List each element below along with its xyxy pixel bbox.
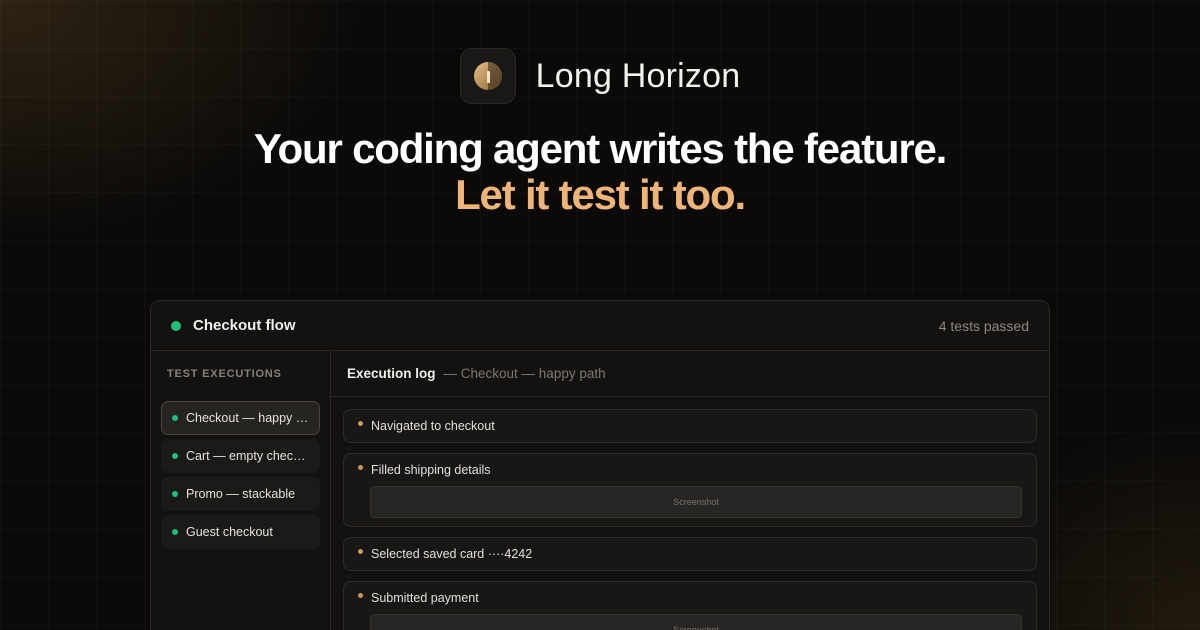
pass-dot-icon [172, 453, 178, 459]
execution-log: Execution log — Checkout — happy path Na… [331, 351, 1049, 630]
brand-name: Long Horizon [535, 56, 741, 95]
headline: Your coding agent writes the feature. Le… [0, 126, 1200, 218]
step-dot-icon [358, 420, 363, 426]
brand-header: Long Horizon [0, 48, 1200, 104]
headline-line-1: Your coding agent writes the feature. [253, 125, 947, 172]
screenshot-thumbnail[interactable]: Screenshot [370, 614, 1022, 630]
horizon-logo-icon [459, 48, 516, 104]
test-run-panel: Checkout flow 4 tests passed TEST EXECUT… [150, 300, 1050, 630]
status-dot-icon [171, 320, 181, 331]
execution-log-subtitle: — Checkout — happy path [443, 366, 606, 381]
sidebar-label: TEST EXECUTIONS [167, 368, 282, 380]
step-dot-icon [358, 548, 363, 554]
step-dot-icon [358, 592, 363, 598]
execution-item-guest-checkout[interactable]: Guest checkout [161, 515, 320, 549]
log-step: Navigated to checkout [343, 409, 1037, 443]
pass-dot-icon [172, 491, 178, 497]
execution-item-label: Promo — stackable [186, 487, 296, 501]
panel-header: Checkout flow 4 tests passed [151, 301, 1049, 351]
execution-item-label: Guest checkout [186, 525, 273, 539]
step-text: Filled shipping details [371, 463, 491, 477]
execution-item-cart-empty-checkout[interactable]: Cart — empty checkout [161, 439, 320, 473]
execution-log-header: Execution log — Checkout — happy path [331, 351, 1049, 397]
log-step: Submitted payment Screenshot [343, 581, 1037, 630]
step-list: Navigated to checkout Filled shipping de… [331, 397, 1049, 630]
log-step: Selected saved card ····4242 [343, 537, 1037, 571]
step-text: Navigated to checkout [371, 419, 495, 433]
log-step: Filled shipping details Screenshot [343, 453, 1037, 527]
step-dot-icon [358, 464, 363, 470]
step-text: Selected saved card ····4242 [371, 547, 533, 561]
screenshot-thumbnail[interactable]: Screenshot [370, 486, 1022, 518]
headline-line-2: Let it test it too. [455, 171, 746, 218]
execution-item-label: Checkout — happy path [186, 411, 309, 425]
execution-log-title: Execution log [347, 366, 436, 381]
panel-title: Checkout flow [193, 317, 296, 334]
step-text: Submitted payment [371, 591, 479, 605]
pass-dot-icon [172, 415, 178, 421]
executions-sidebar: TEST EXECUTIONS Checkout — happy path Ca… [151, 351, 331, 630]
execution-item-checkout-happy-path[interactable]: Checkout — happy path [161, 401, 320, 435]
pass-dot-icon [172, 529, 178, 535]
status-badge: 4 tests passed [938, 317, 1029, 334]
execution-item-label: Cart — empty checkout [186, 449, 309, 463]
execution-item-promo-stackable[interactable]: Promo — stackable [161, 477, 320, 511]
